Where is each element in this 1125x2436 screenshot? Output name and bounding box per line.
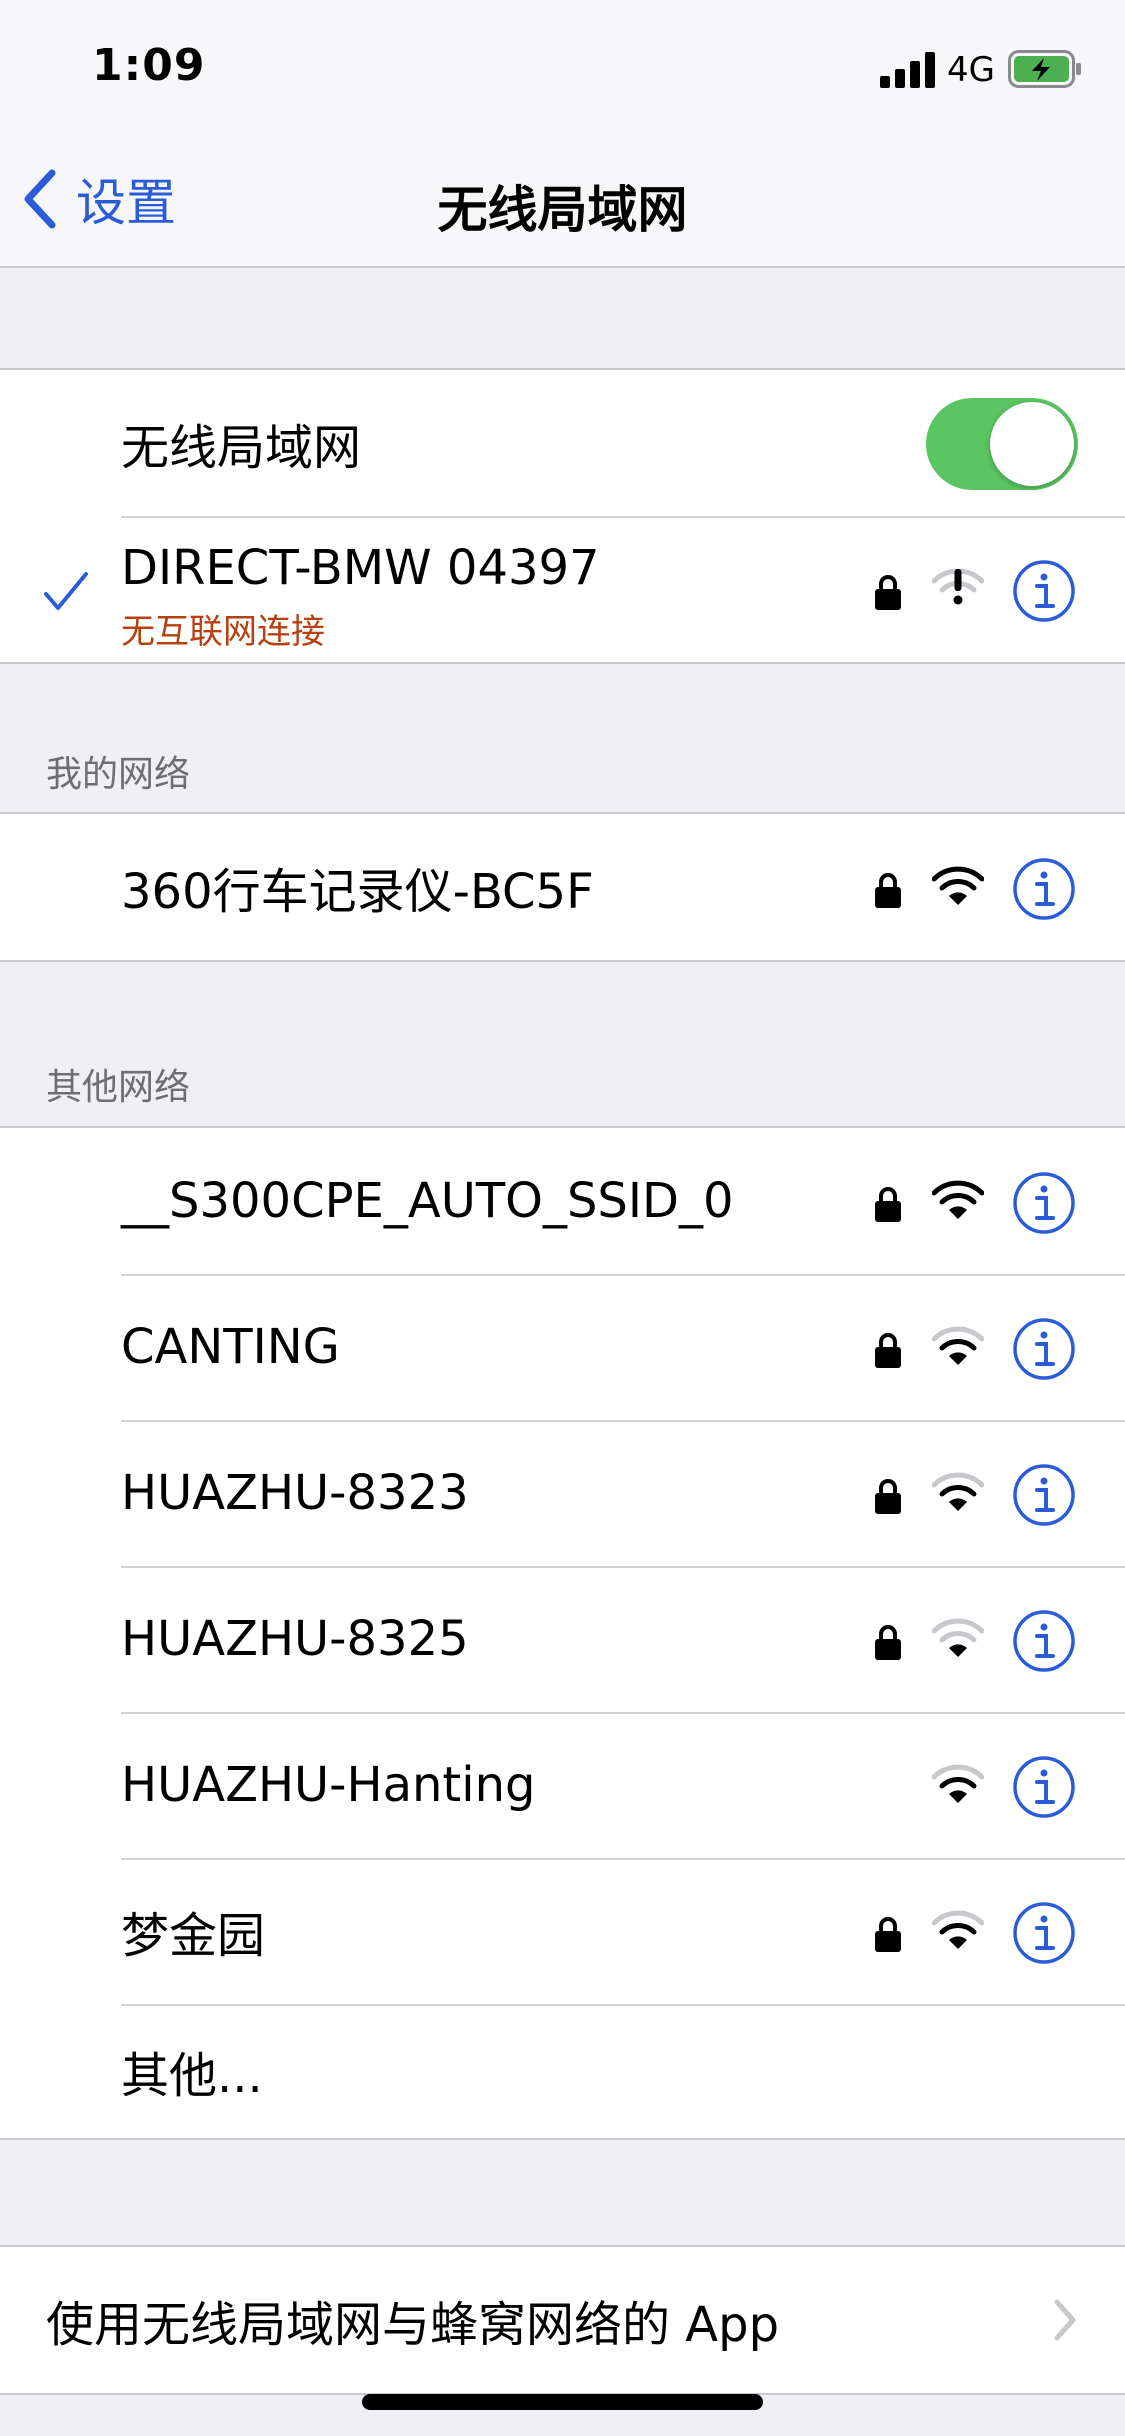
status-bar: 1:09 4G <box>0 0 1125 140</box>
info-icon[interactable] <box>1012 1755 1076 1819</box>
section-header-my-networks: 我的网络 <box>46 754 191 795</box>
chevron-right-icon <box>1054 2299 1076 2341</box>
my-networks-group: 360行车记录仪-BC5F <box>0 812 1125 962</box>
page-title: 无线局域网 <box>437 181 688 239</box>
battery-charging-icon <box>1008 50 1081 88</box>
apps-group: 使用无线局域网与蜂窝网络的 App <box>0 2245 1125 2395</box>
other-network-row[interactable]: 其他... <box>0 2004 1125 2138</box>
cellular-signal-icon <box>880 52 935 88</box>
info-icon[interactable] <box>1012 857 1076 921</box>
network-name: 360行车记录仪-BC5F <box>121 864 594 920</box>
network-row[interactable]: __S300CPE_AUTO_SSID_0 <box>0 1128 1125 1274</box>
info-icon[interactable] <box>1012 1901 1076 1965</box>
network-type: 4G <box>947 50 995 90</box>
apps-row-label: 使用无线局域网与蜂窝网络的 App <box>46 2297 780 2353</box>
wifi-signal-icon <box>932 1910 984 1949</box>
network-name: HUAZHU-8325 <box>121 1611 469 1667</box>
network-row[interactable]: 梦金园 <box>0 1858 1125 2004</box>
info-icon[interactable] <box>1012 1463 1076 1527</box>
info-icon[interactable] <box>1012 1317 1076 1381</box>
network-row[interactable]: HUAZHU-8325 <box>0 1566 1125 1712</box>
network-row[interactable]: CANTING <box>0 1274 1125 1420</box>
network-row[interactable]: HUAZHU-8323 <box>0 1420 1125 1566</box>
wifi-main-group: 无线局域网 DIRECT-BMW 04397 无互联网连接 <box>0 368 1125 664</box>
network-name: 梦金园 <box>121 1908 266 1964</box>
wifi-toggle-label: 无线局域网 <box>121 420 362 476</box>
section-header-other-networks: 其他网络 <box>46 1067 191 1108</box>
info-icon[interactable] <box>1012 1171 1076 1235</box>
lock-icon <box>875 575 901 610</box>
network-row[interactable]: 360行车记录仪-BC5F <box>0 814 1125 960</box>
wifi-signal-icon <box>932 1618 984 1657</box>
apps-using-wifi-cellular-row[interactable]: 使用无线局域网与蜂窝网络的 App <box>0 2247 1125 2393</box>
info-icon[interactable] <box>1012 1609 1076 1673</box>
wifi-signal-icon <box>932 1472 984 1511</box>
network-name: __S300CPE_AUTO_SSID_0 <box>121 1173 734 1229</box>
toggle-knob <box>990 402 1074 486</box>
navigation-bar: 设置 无线局域网 <box>0 140 1125 268</box>
wifi-signal-icon <box>932 1180 984 1219</box>
network-name: HUAZHU-8323 <box>121 1465 469 1521</box>
checkmark-icon <box>44 572 88 610</box>
current-network-status: 无互联网连接 <box>121 612 325 652</box>
lock-icon <box>875 1333 901 1368</box>
wifi-warning-icon <box>932 568 984 605</box>
info-icon[interactable] <box>1012 559 1076 623</box>
other-network-label: 其他... <box>121 2048 263 2104</box>
lock-icon <box>875 1917 901 1952</box>
current-network-row[interactable]: DIRECT-BMW 04397 无互联网连接 <box>0 516 1125 662</box>
network-name: HUAZHU-Hanting <box>121 1757 536 1813</box>
network-name: CANTING <box>121 1319 340 1375</box>
wifi-signal-icon <box>932 1326 984 1365</box>
lock-icon <box>875 873 901 908</box>
current-network-name: DIRECT-BMW 04397 <box>121 540 600 596</box>
wifi-signal-icon <box>932 866 984 905</box>
network-row[interactable]: HUAZHU-Hanting <box>0 1712 1125 1858</box>
wifi-toggle-switch[interactable] <box>926 398 1078 490</box>
other-networks-group: __S300CPE_AUTO_SSID_0 CANTING HUAZHU-832… <box>0 1126 1125 2140</box>
status-time: 1:09 <box>92 40 206 91</box>
lock-icon <box>875 1479 901 1514</box>
lock-icon <box>875 1187 901 1222</box>
wifi-signal-icon <box>932 1764 984 1803</box>
wifi-toggle-row: 无线局域网 <box>0 370 1125 516</box>
lock-icon <box>875 1625 901 1660</box>
home-indicator[interactable] <box>362 2394 763 2410</box>
